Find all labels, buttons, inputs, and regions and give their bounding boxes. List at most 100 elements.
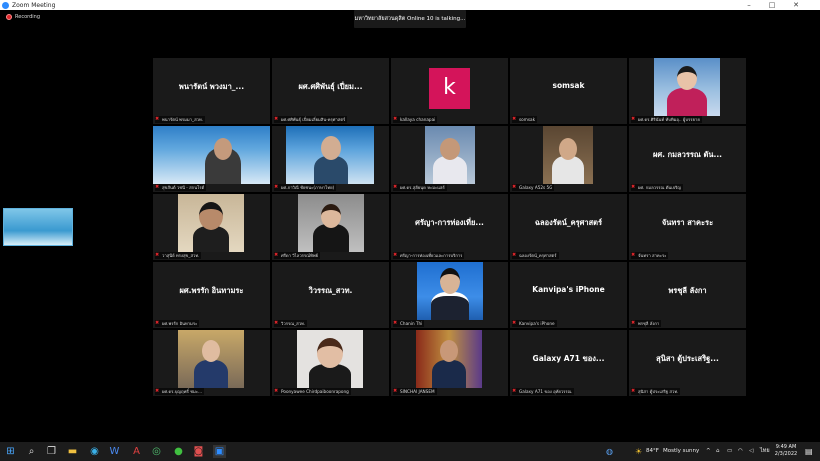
name-label-text: พรชุลี ลังกา: [638, 321, 660, 326]
person-body: [667, 88, 707, 116]
name-label-text: ผศ.ภาวิณี ชัยชนะ(ภาษาไทย): [281, 185, 335, 190]
name-label: ✖ จันทรา สาคะระ: [631, 252, 669, 259]
participant-tile[interactable]: วิวรรณ_สวท. ✖ วิวรรณ_สวท.: [272, 262, 389, 328]
participant-tile[interactable]: ผศ.ศศิพันธุ์ เปี่ยม... ✖ ผศ.ศศิพันธุ์ เปี…: [272, 58, 389, 124]
keyboard-icon[interactable]: ▭: [727, 442, 732, 461]
person-face: [202, 340, 220, 362]
muted-mic-icon: ✖: [512, 320, 517, 326]
participant-tile[interactable]: ✖ ผศ.ภาวิณี ชัยชนะ(ภาษาไทย): [272, 126, 389, 192]
person-face: [559, 138, 577, 160]
search-icon[interactable]: ⌕: [25, 445, 38, 458]
windows-taskbar: ⊞ ⌕ ❐ ▬ ◉ W A ◎ ● ◙ ▣ ◍ ☀ 84°F Mostly su…: [0, 442, 820, 461]
name-label-text: สุนิสา ตู้ประเสริฐ สวท.: [638, 389, 679, 394]
muted-mic-icon: ✖: [512, 388, 517, 394]
name-label: ✖ ฉลองรัตน์_ครุศาสตร์: [512, 252, 559, 259]
name-label-text: Poonyawee Chirdpaiboonrapong: [281, 389, 349, 394]
participant-tile[interactable]: ✖ ผศ.ดร.บุญฤทธิ์ ชมะ...: [153, 330, 270, 396]
close-button[interactable]: ✕: [786, 0, 806, 10]
minimize-button[interactable]: –: [739, 0, 759, 10]
participant-name: ผศ. กมลวรรณ ตัน...: [652, 150, 723, 159]
chevron-up-icon[interactable]: ^: [706, 442, 711, 461]
muted-mic-icon: ✖: [274, 252, 279, 258]
notification-icon[interactable]: ▤: [805, 442, 813, 461]
participant-tile[interactable]: ฉลองรัตน์_ครุศาสตร์ ✖ ฉลองรัตน์_ครุศาสตร์: [510, 194, 627, 260]
participant-tile[interactable]: ✖ ศรีดา วิไลวรรณ์ทิพย์: [272, 194, 389, 260]
participant-video: [654, 58, 720, 116]
name-label: ✖ สุนิสา ตู้ประเสริฐ สวท.: [631, 388, 681, 395]
teams-tray-icon[interactable]: ◍: [606, 442, 613, 461]
name-label: ✖ ผศ.ดร.สุฮัยนุด หะมะแฮร์: [393, 184, 447, 191]
name-label-text: SINCHAI JANSEM: [400, 389, 435, 394]
participant-tile[interactable]: ผศ. กมลวรรณ ตัน... ✖ ผศ. กมลวรรณ ตันเจริญ: [629, 126, 746, 192]
zoom-taskbar-icon[interactable]: ▣: [213, 445, 226, 458]
windows-start-icon[interactable]: ⊞: [4, 445, 17, 458]
chrome-icon[interactable]: ◎: [150, 445, 163, 458]
weather-temp[interactable]: 84°F: [646, 442, 659, 461]
shared-screen-thumbnail[interactable]: [3, 208, 73, 246]
name-label: ✖ Chanin Thi: [393, 320, 425, 327]
muted-mic-icon: ✖: [274, 388, 279, 394]
name-label: ✖ ศรัญา-การท่องเที่ยวและการบริการ: [393, 252, 465, 259]
file-explorer-icon[interactable]: ▬: [66, 445, 79, 458]
weather-text[interactable]: Mostly sunny: [663, 442, 699, 461]
participant-tile[interactable]: ✖ Chanin Thi: [391, 262, 508, 328]
participant-tile[interactable]: somsak ✖ somsak: [510, 58, 627, 124]
network-icon[interactable]: ⌂: [716, 442, 720, 461]
name-label-text: ศรัญา-การท่องเที่ยวและการบริการ: [400, 253, 463, 258]
wifi-icon[interactable]: ◠: [738, 442, 743, 461]
zoom-icon: [2, 1, 9, 9]
participant-video: [417, 262, 483, 320]
task-view-icon[interactable]: ❐: [45, 445, 58, 458]
line-app-icon[interactable]: ●: [172, 445, 185, 458]
recording-label: Recording: [15, 14, 41, 20]
participant-tile[interactable]: ✖ ผศ.ดร.สุฮัยนุด หะมะแฮร์: [391, 126, 508, 192]
participant-tile[interactable]: Galaxy A71 ของ... ✖ Galaxy A71 ของ อุทัยว…: [510, 330, 627, 396]
language-indicator[interactable]: ไทย: [760, 442, 770, 461]
participant-tile[interactable]: ✖ ผศ.ดร.ศิรินันท์ ทับทิมอุ.. ผู้บรรยาย: [629, 58, 746, 124]
name-label: ✖ ผศ.ดร.ศิรินันท์ ทับทิมอุ.. ผู้บรรยาย: [631, 116, 702, 123]
muted-mic-icon: ✖: [155, 388, 160, 394]
muted-mic-icon: ✖: [393, 116, 398, 122]
participant-tile[interactable]: พนารัตน์ พวงมา_... ✖ พนารัตน์ พรมมา_สวท.: [153, 58, 270, 124]
participant-video: [543, 126, 593, 184]
participant-tile[interactable]: ✖ วาสุนีย์ ทรงสุข_สวท.: [153, 194, 270, 260]
person-face: [440, 268, 460, 294]
participant-tile[interactable]: สุนิสา ตู้ประเสริฐ... ✖ สุนิสา ตู้ประเสริ…: [629, 330, 746, 396]
recording-dot-icon: [6, 14, 12, 20]
person-body: [194, 360, 228, 388]
name-label: ✖ ผศ. กมลวรรณ ตันเจริญ: [631, 184, 683, 191]
participant-tile[interactable]: ผศ.พรรัก อินทามระ ✖ ผศ.พรรัก อินทามระ: [153, 262, 270, 328]
word-icon[interactable]: W: [108, 445, 121, 458]
person-body: [313, 224, 349, 252]
clock[interactable]: 9:49 AM 2/3/2022: [771, 444, 801, 458]
participant-tile[interactable]: พรชุลี ลังกา ✖ พรชุลี ลังกา: [629, 262, 746, 328]
muted-mic-icon: ✖: [512, 184, 517, 190]
participant-tile[interactable]: ✖ Poonyawee Chirdpaiboonrapong: [272, 330, 389, 396]
recording-indicator[interactable]: Recording: [6, 14, 40, 20]
acrobat-icon[interactable]: A: [130, 445, 143, 458]
name-label-text: ผศ.ดร.สุฮัยนุด หะมะแฮร์: [400, 185, 445, 190]
muted-mic-icon: ✖: [393, 252, 398, 258]
person-face: [199, 202, 223, 230]
participant-tile[interactable]: ✖ สุขสันต์ วชนี - สกนโรต์: [153, 126, 270, 192]
name-label-text: จันทรา สาคะระ: [638, 253, 667, 258]
muted-mic-icon: ✖: [274, 320, 279, 326]
edge-browser-icon[interactable]: ◉: [88, 445, 101, 458]
participant-video: [298, 194, 364, 252]
name-label: ✖ ศรีดา วิไลวรรณ์ทิพย์: [274, 252, 321, 259]
name-label: ✖ ผศ.ดร.บุญฤทธิ์ ชมะ...: [155, 388, 204, 395]
screen-recorder-icon[interactable]: ◙: [192, 445, 205, 458]
participant-tile[interactable]: ✖ SINCHAI JANSEM: [391, 330, 508, 396]
participant-tile[interactable]: ✖ Galaxy A52s 5G: [510, 126, 627, 192]
participant-tile[interactable]: จันทรา สาคะระ ✖ จันทรา สาคะระ: [629, 194, 746, 260]
muted-mic-icon: ✖: [512, 116, 517, 122]
participant-tile[interactable]: Kanvipa's iPhone ✖ Kanvipa's iPhone: [510, 262, 627, 328]
participant-name: วิวรรณ_สวท.: [308, 286, 353, 295]
participant-tile[interactable]: k ✖ kallaya chanapai: [391, 58, 508, 124]
participant-tile[interactable]: ศรัญา-การท่องเที่ย... ✖ ศรัญา-การท่องเที่…: [391, 194, 508, 260]
person-body: [433, 156, 467, 184]
name-label-text: ศรีดา วิไลวรรณ์ทิพย์: [281, 253, 319, 258]
window-titlebar: Zoom Meeting – □ ✕: [0, 0, 820, 10]
volume-icon[interactable]: ◁: [749, 442, 753, 461]
maximize-button[interactable]: □: [762, 0, 782, 10]
